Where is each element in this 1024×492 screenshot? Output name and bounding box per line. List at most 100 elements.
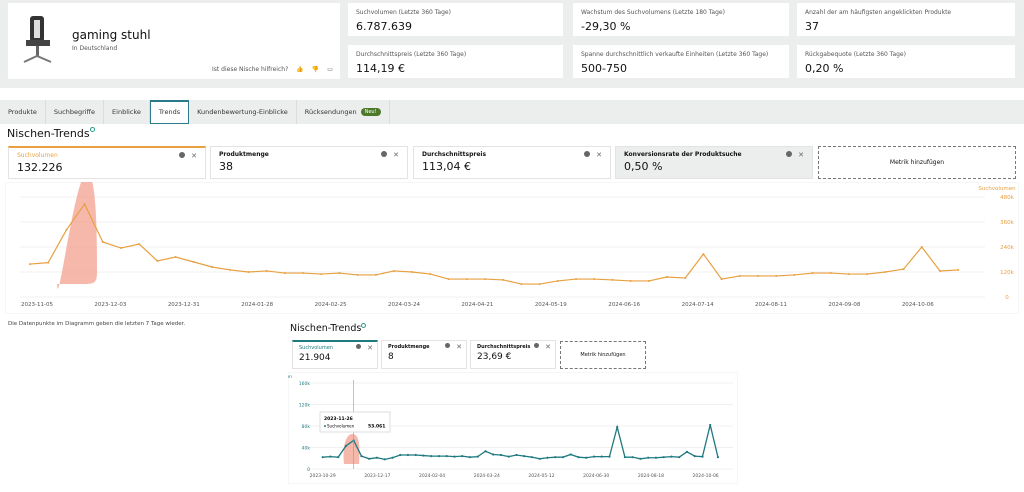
metric-card: Durchschnittspreis (Letzte 360 Tage) 114,…	[348, 45, 563, 78]
add-metric-button[interactable]: Metrik hinzufügen	[818, 146, 1016, 179]
data-point	[629, 279, 632, 282]
data-point	[337, 456, 340, 459]
title-text: Nischen-Trends	[290, 323, 362, 334]
x-tick-label: 2024-03-24	[474, 473, 500, 479]
x-tick-label: 2024-10-06	[693, 473, 719, 479]
data-point	[375, 456, 379, 459]
x-tick-label: 2024-06-16	[608, 302, 640, 308]
data-point	[138, 243, 141, 246]
tab-kundenbewertung[interactable]: Kundenbewertung-Einblicke	[189, 100, 297, 124]
metric-label: Spanne durchschnittlich verkaufte Einhei…	[581, 51, 769, 58]
metric-label: Produktmenge	[219, 151, 269, 158]
section-title: Nischen-Trends	[7, 127, 95, 140]
data-point	[101, 241, 104, 243]
tab-trends[interactable]: Trends	[149, 100, 190, 124]
data-point	[356, 273, 359, 276]
x-tick-label: 2023-10-29	[310, 473, 336, 479]
metric-value: 0,20 %	[805, 62, 844, 75]
y-tick-label: 80k	[302, 424, 311, 430]
data-point	[507, 455, 510, 458]
niche-card: gaming stuhl In Deutschland Ist diese Ni…	[8, 3, 340, 79]
tab-einblicke[interactable]: Einblicke	[104, 100, 150, 124]
y-tick-label: 120k	[1000, 270, 1014, 276]
close-icon[interactable]: ✕	[545, 343, 551, 351]
data-point	[383, 458, 386, 461]
close-icon[interactable]: ✕	[798, 151, 804, 159]
metric-tab-durchschnittspreis-2[interactable]: Durchschnittspreis 23,69 € ✕	[470, 340, 556, 369]
title-text: Nischen-Trends	[7, 127, 90, 140]
data-point	[569, 453, 572, 456]
data-point	[430, 455, 433, 458]
info-icon[interactable]	[381, 151, 388, 157]
data-point	[611, 278, 614, 281]
data-point	[344, 444, 348, 447]
info-icon[interactable]	[361, 323, 367, 328]
info-icon[interactable]	[89, 127, 95, 132]
data-point	[693, 455, 696, 458]
data-point	[720, 278, 723, 281]
data-point	[368, 457, 371, 460]
data-point	[623, 456, 627, 459]
info-icon[interactable]	[786, 151, 793, 157]
data-point	[445, 455, 448, 458]
thumbs-down-icon[interactable]: 👎	[312, 66, 319, 73]
info-icon[interactable]	[584, 151, 591, 157]
tab-label: Suchbegriffe	[53, 107, 96, 116]
data-point	[702, 253, 705, 256]
metric-card: Suchvolumen (Letzte 360 Tage) 6.787.639	[348, 3, 563, 36]
tab-suchbegriffe[interactable]: Suchbegriffe	[46, 100, 105, 124]
data-point	[757, 274, 759, 277]
metric-tab-konversionsrate[interactable]: Konversionsrate der Produktsuche 0,50 % ✕	[615, 146, 813, 179]
metric-value: 38	[219, 160, 233, 173]
add-metric-button-2[interactable]: Metrik hinzufügen	[560, 341, 646, 369]
data-point	[520, 283, 523, 286]
metric-value: 37	[805, 20, 819, 33]
x-tick-label: 2024-07-14	[682, 302, 714, 308]
tooltip-series: Suchvolumen	[327, 424, 355, 429]
close-icon[interactable]: ✕	[456, 343, 462, 351]
tab-produkte[interactable]: Produkte	[0, 100, 46, 124]
data-point	[575, 278, 577, 281]
close-icon[interactable]: ✕	[367, 344, 373, 352]
data-point	[156, 259, 159, 262]
data-point	[321, 456, 324, 459]
data-point	[577, 456, 580, 459]
close-icon[interactable]: ✕	[393, 151, 399, 159]
metric-tab-suchvolumen-2[interactable]: Suchvolumen 21.904 ✕	[292, 340, 378, 369]
data-point	[502, 278, 505, 281]
feedback: Ist diese Nische hilfreich? 👍 👎 ▭	[212, 66, 333, 73]
tab-label: Einblicke	[112, 107, 141, 116]
data-point	[399, 453, 402, 457]
data-point	[120, 247, 122, 250]
tooltip-value: 53.061	[368, 424, 385, 430]
data-point	[229, 268, 232, 271]
help-question: Ist diese Nische hilfreich?	[212, 66, 289, 73]
close-icon[interactable]: ✕	[191, 152, 197, 160]
info-icon[interactable]	[356, 344, 362, 349]
data-point	[283, 272, 286, 275]
data-point	[666, 276, 668, 278]
comment-icon[interactable]: ▭	[327, 66, 333, 73]
info-icon[interactable]	[179, 152, 186, 158]
section-title-2: Nischen-Trends	[290, 323, 367, 334]
data-point	[678, 456, 681, 459]
data-point	[447, 278, 450, 281]
add-metric-label: Metrik hinzufügen	[580, 352, 626, 358]
metric-tab-suchvolumen[interactable]: Suchvolumen 132.226 ✕	[8, 146, 206, 179]
info-icon[interactable]	[445, 343, 451, 348]
data-point	[461, 455, 464, 458]
data-point	[554, 456, 557, 459]
y-tick-label: 40k	[302, 446, 311, 452]
metric-value: 21.904	[299, 353, 331, 363]
info-icon[interactable]	[534, 343, 540, 348]
data-point	[775, 274, 778, 277]
tab-ruecksendungen[interactable]: Rücksendungen Neu!	[297, 100, 390, 124]
metric-tab-durchschnittspreis[interactable]: Durchschnittspreis 113,04 € ✕	[413, 146, 611, 179]
metric-tab-produktmenge-2[interactable]: Produktmenge 8 ✕	[381, 340, 467, 369]
metric-tab-produktmenge[interactable]: Produktmenge 38 ✕	[210, 146, 408, 179]
thumbs-up-icon[interactable]: 👍	[296, 66, 303, 73]
close-icon[interactable]: ✕	[596, 151, 602, 159]
data-point	[538, 457, 541, 460]
data-point	[530, 456, 534, 459]
data-point	[468, 456, 472, 459]
